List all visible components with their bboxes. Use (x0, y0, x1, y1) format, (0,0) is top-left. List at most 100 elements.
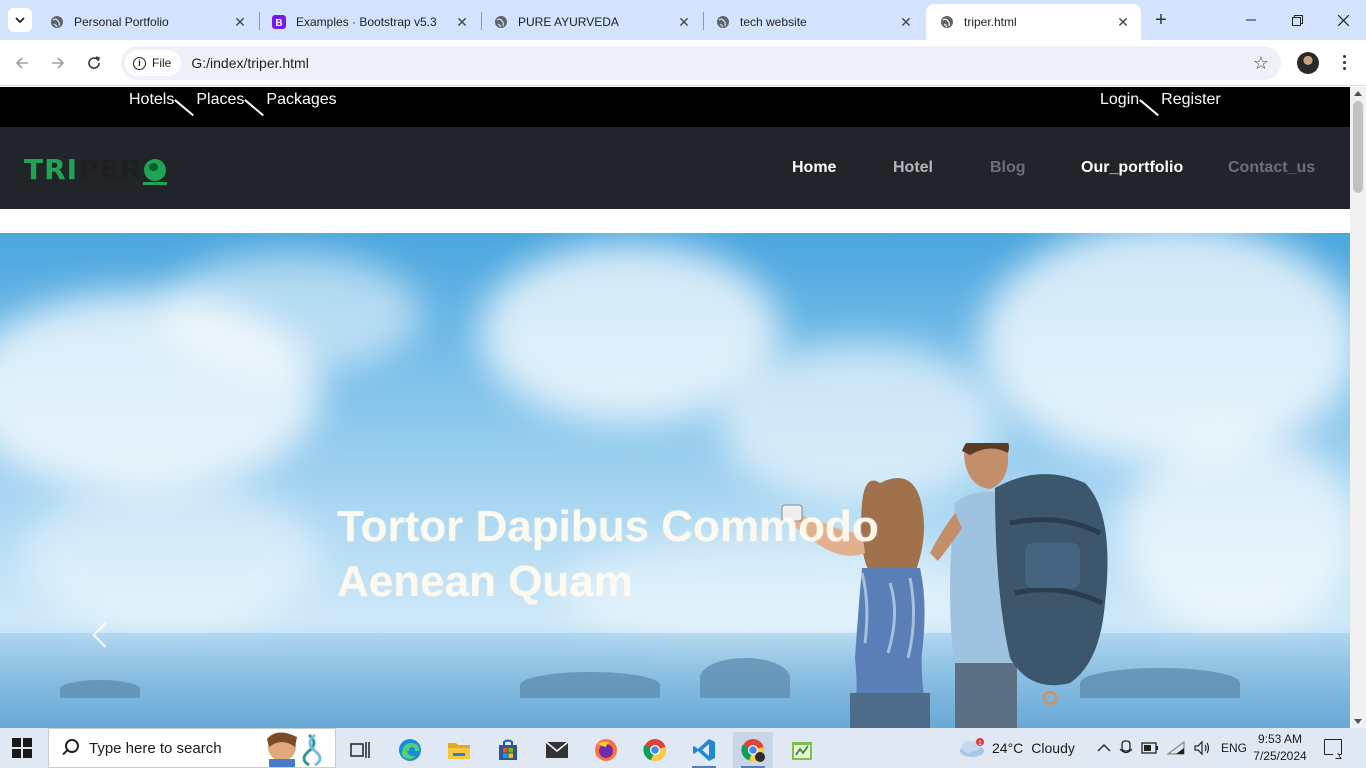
logo-text-per: PER (78, 153, 143, 186)
windows-taskbar: Type here to search 1 24°C Cloudy ENG 9:… (0, 728, 1366, 768)
back-button[interactable] (10, 51, 34, 75)
separator-slash (175, 90, 195, 110)
tab-personal-portfolio[interactable]: Personal Portfolio ✕ (36, 4, 258, 40)
battery-icon[interactable] (1141, 742, 1159, 754)
site-logo[interactable]: TRIPER (24, 153, 168, 186)
island-decoration (60, 680, 140, 698)
arrow-left-icon (15, 57, 28, 69)
top-bar-left-links: Hotels Places Packages (129, 90, 337, 110)
browser-tab-strip: Personal Portfolio ✕ B Examples · Bootst… (0, 0, 1366, 40)
chrome-profile-icon (741, 739, 765, 762)
search-highlight-icon (267, 732, 322, 767)
close-tab-icon[interactable]: ✕ (676, 14, 692, 30)
login-link[interactable]: Login (1100, 91, 1139, 109)
cloudy-weather-icon: 1 (960, 738, 984, 757)
tab-triper[interactable]: triper.html ✕ (926, 4, 1141, 40)
separator-slash (1140, 90, 1160, 110)
wifi-icon[interactable] (1167, 741, 1185, 755)
taskbar-clock[interactable]: 9:53 AM 7/25/2024 (1250, 731, 1310, 765)
store-taskbar-button[interactable] (488, 732, 528, 768)
topbar-link-packages[interactable]: Packages (266, 91, 336, 109)
firefox-taskbar-button[interactable] (586, 732, 626, 768)
register-link[interactable]: Register (1161, 91, 1221, 109)
tab-search-button[interactable] (8, 8, 32, 32)
site-info-chip[interactable]: i File (125, 50, 182, 76)
tab-pure-ayurveda[interactable]: PURE AYURVEDA ✕ (480, 4, 702, 40)
url-text[interactable]: G:/index/triper.html (191, 55, 309, 71)
reload-button[interactable] (82, 51, 106, 75)
task-view-button[interactable] (340, 732, 380, 768)
cloud-decoration (20, 483, 320, 633)
meet-now-icon[interactable] (1119, 740, 1133, 756)
editor-taskbar-button[interactable] (782, 732, 822, 768)
folder-icon (448, 743, 470, 759)
top-bar: Hotels Places Packages Login Register (0, 87, 1350, 127)
clock-time: 9:53 AM (1257, 732, 1303, 746)
close-tab-icon[interactable]: ✕ (454, 14, 470, 30)
new-tab-button[interactable]: + (1149, 8, 1173, 32)
nav-contact-us[interactable]: Contact_us (1228, 159, 1315, 177)
globe-icon (717, 16, 729, 28)
notification-center-icon[interactable] (1324, 739, 1342, 755)
chrome-active-taskbar-button[interactable] (733, 732, 773, 768)
globe-icon (51, 16, 63, 28)
topbar-link-places[interactable]: Places (196, 91, 244, 109)
logo-globe-icon (143, 159, 168, 185)
main-navbar: TRIPER Home Hotel Blog Our_portfolio Con… (0, 127, 1350, 209)
file-explorer-taskbar-button[interactable] (439, 732, 479, 768)
nav-blog[interactable]: Blog (990, 159, 1026, 177)
tab-tech-website[interactable]: tech website ✕ (702, 4, 924, 40)
browser-menu-icon[interactable] (1336, 50, 1352, 74)
chevron-up-icon[interactable] (1097, 743, 1111, 753)
nav-home[interactable]: Home (792, 159, 836, 177)
logo-text-tri: TRI (24, 153, 79, 186)
chevron-down-icon (15, 16, 25, 23)
browser-toolbar: i File G:/index/triper.html ☆ (0, 40, 1366, 86)
close-tab-icon[interactable]: ✕ (898, 14, 914, 30)
bookmark-star-icon[interactable]: ☆ (1253, 53, 1269, 74)
carousel-prev-button[interactable] (90, 618, 112, 652)
profile-avatar[interactable] (1297, 52, 1319, 74)
chrome-taskbar-button[interactable] (635, 732, 675, 768)
minimize-button[interactable] (1228, 0, 1274, 40)
close-tab-icon[interactable]: ✕ (1115, 14, 1131, 30)
nav-our-portfolio[interactable]: Our_portfolio (1081, 159, 1183, 177)
globe-icon (495, 16, 507, 28)
topbar-link-hotels[interactable]: Hotels (129, 91, 174, 109)
windows-start-icon[interactable] (12, 738, 32, 758)
weather-condition: Cloudy (1031, 740, 1075, 756)
separator-slash (245, 90, 265, 110)
forward-button[interactable] (46, 51, 70, 75)
tab-title: Examples · Bootstrap v5.3 (296, 15, 437, 29)
scroll-up-arrow-icon[interactable] (1354, 91, 1362, 96)
volume-icon[interactable] (1193, 740, 1211, 756)
vscode-taskbar-button[interactable] (684, 732, 724, 768)
tab-bootstrap-examples[interactable]: B Examples · Bootstrap v5.3 ✕ (258, 4, 480, 40)
hero-title-line-1: Tortor Dapibus Commodo (337, 502, 879, 551)
page-viewport: Hotels Places Packages Login Register TR… (0, 87, 1350, 728)
tab-title: Personal Portfolio (74, 15, 169, 29)
taskbar-search-box[interactable]: Type here to search (48, 728, 336, 768)
firefox-icon (595, 739, 617, 761)
tab-title: triper.html (964, 15, 1017, 29)
close-window-button[interactable] (1320, 0, 1366, 40)
scrollbar-thumb[interactable] (1353, 101, 1363, 193)
mail-taskbar-button[interactable] (537, 732, 577, 768)
cloud-decoration (160, 253, 420, 373)
scroll-down-arrow-icon[interactable] (1354, 719, 1362, 724)
island-decoration (520, 672, 660, 698)
weather-widget[interactable]: 1 24°C Cloudy (958, 728, 1075, 768)
page-scrollbar[interactable] (1350, 87, 1366, 728)
site-info-label: File (152, 56, 172, 70)
system-tray: ENG (1097, 728, 1247, 768)
nav-hotel[interactable]: Hotel (893, 159, 933, 177)
edge-taskbar-button[interactable] (390, 732, 430, 768)
address-bar[interactable]: i File G:/index/triper.html ☆ (121, 46, 1281, 80)
weather-temperature: 24°C (992, 740, 1024, 756)
hero-carousel: Tortor Dapibus Commodo Aenean Quam (0, 233, 1350, 728)
close-tab-icon[interactable]: ✕ (232, 14, 248, 30)
restore-button[interactable] (1274, 0, 1320, 40)
svg-text:B: B (275, 18, 282, 29)
language-indicator[interactable]: ENG (1221, 741, 1247, 755)
top-bar-right-links: Login Register (1100, 90, 1221, 110)
